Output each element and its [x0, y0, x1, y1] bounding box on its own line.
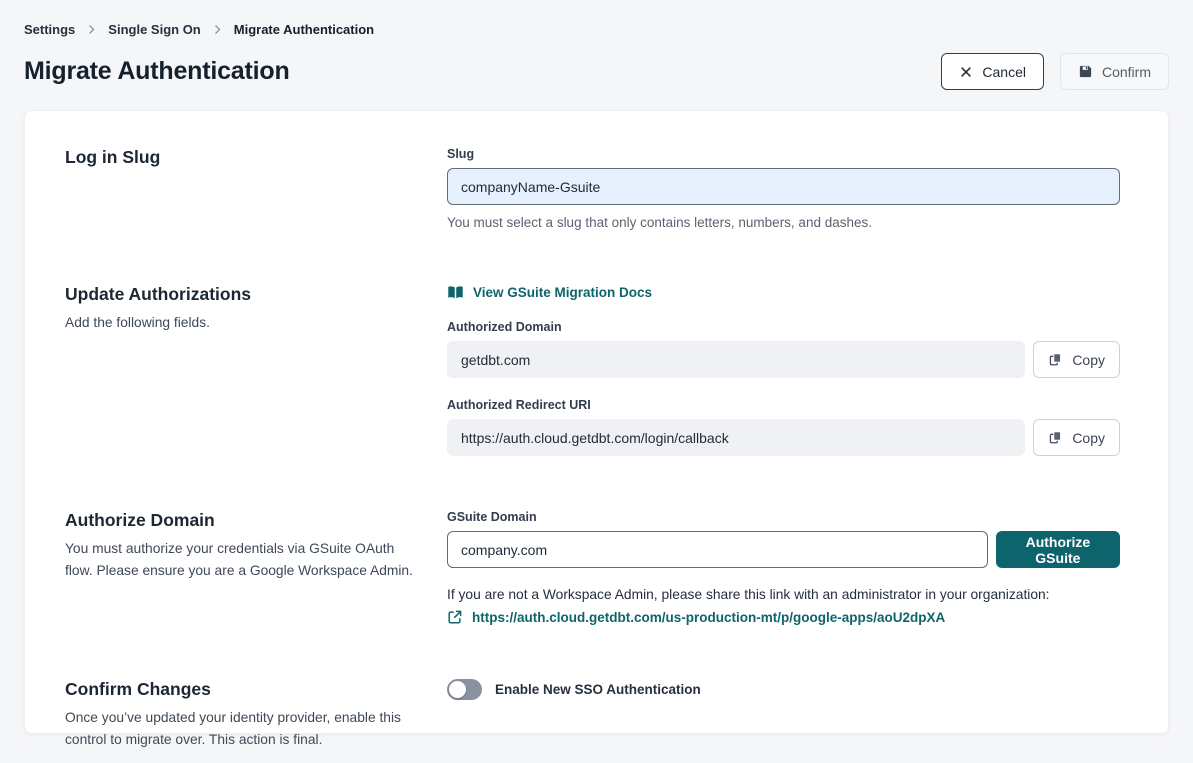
settings-card: Log in Slug Slug You must select a slug … [24, 110, 1169, 734]
copy-redirect-uri-button[interactable]: Copy [1033, 419, 1120, 456]
confirm-changes-heading: Confirm Changes [65, 679, 447, 700]
section-update-authorizations: Update Authorizations Add the following … [65, 284, 1120, 456]
authorize-gsuite-button-label: Authorize GSuite [1013, 534, 1103, 566]
toggle-knob [449, 681, 466, 698]
login-slug-heading: Log in Slug [65, 147, 447, 168]
confirm-button-label: Confirm [1102, 64, 1151, 80]
slug-label: Slug [447, 147, 1120, 161]
authorize-gsuite-button[interactable]: Authorize GSuite [996, 531, 1120, 568]
breadcrumb-settings[interactable]: Settings [24, 22, 75, 37]
gsuite-domain-input[interactable] [447, 531, 988, 568]
header-actions: Cancel Confirm [941, 53, 1169, 90]
section-confirm-changes: Confirm Changes Once you’ve updated your… [65, 679, 1120, 751]
redirect-uri-label: Authorized Redirect URI [447, 398, 1120, 412]
copy-button-label: Copy [1072, 352, 1105, 368]
breadcrumb-single-sign-on[interactable]: Single Sign On [108, 22, 200, 37]
chevron-right-icon [85, 23, 98, 36]
redirect-uri-value: https://auth.cloud.getdbt.com/login/call… [447, 419, 1025, 456]
admin-share-link[interactable]: https://auth.cloud.getdbt.com/us-product… [472, 610, 945, 625]
copy-icon [1048, 352, 1063, 367]
cancel-button-label: Cancel [982, 64, 1026, 80]
authorized-domain-label: Authorized Domain [447, 320, 1120, 334]
authorize-domain-description: You must authorize your credentials via … [65, 538, 415, 582]
confirm-changes-description: Once you’ve updated your identity provid… [65, 707, 415, 751]
section-login-slug: Log in Slug Slug You must select a slug … [65, 147, 1120, 230]
update-authorizations-description: Add the following fields. [65, 312, 415, 334]
breadcrumb-current-page: Migrate Authentication [234, 22, 374, 37]
confirm-button[interactable]: Confirm [1060, 53, 1169, 90]
authorize-domain-heading: Authorize Domain [65, 510, 447, 531]
cancel-button[interactable]: Cancel [941, 53, 1044, 90]
copy-button-label: Copy [1072, 430, 1105, 446]
slug-helper-text: You must select a slug that only contain… [447, 215, 1120, 230]
enable-sso-toggle[interactable] [447, 679, 482, 700]
copy-authorized-domain-button[interactable]: Copy [1033, 341, 1120, 378]
page-title: Migrate Authentication [24, 57, 290, 86]
authorized-domain-group: Authorized Domain getdbt.com Copy [447, 320, 1120, 378]
view-gsuite-migration-docs-label: View GSuite Migration Docs [473, 285, 652, 300]
authorized-domain-value: getdbt.com [447, 341, 1025, 378]
view-gsuite-migration-docs-link[interactable]: View GSuite Migration Docs [447, 284, 652, 301]
section-authorize-domain: Authorize Domain You must authorize your… [65, 510, 1120, 625]
page-header: Settings Single Sign On Migrate Authenti… [0, 0, 1193, 90]
gsuite-domain-label: GSuite Domain [447, 510, 1120, 524]
update-authorizations-heading: Update Authorizations [65, 284, 447, 305]
copy-icon [1048, 430, 1063, 445]
workspace-admin-note: If you are not a Workspace Admin, please… [447, 587, 1120, 602]
breadcrumb: Settings Single Sign On Migrate Authenti… [24, 22, 1169, 37]
book-icon [447, 284, 464, 301]
enable-sso-toggle-label: Enable New SSO Authentication [495, 682, 701, 697]
close-icon [959, 65, 973, 79]
save-icon [1078, 64, 1093, 79]
redirect-uri-group: Authorized Redirect URI https://auth.clo… [447, 398, 1120, 456]
chevron-right-icon [211, 23, 224, 36]
external-link-icon [447, 609, 463, 625]
slug-input[interactable] [447, 168, 1120, 205]
